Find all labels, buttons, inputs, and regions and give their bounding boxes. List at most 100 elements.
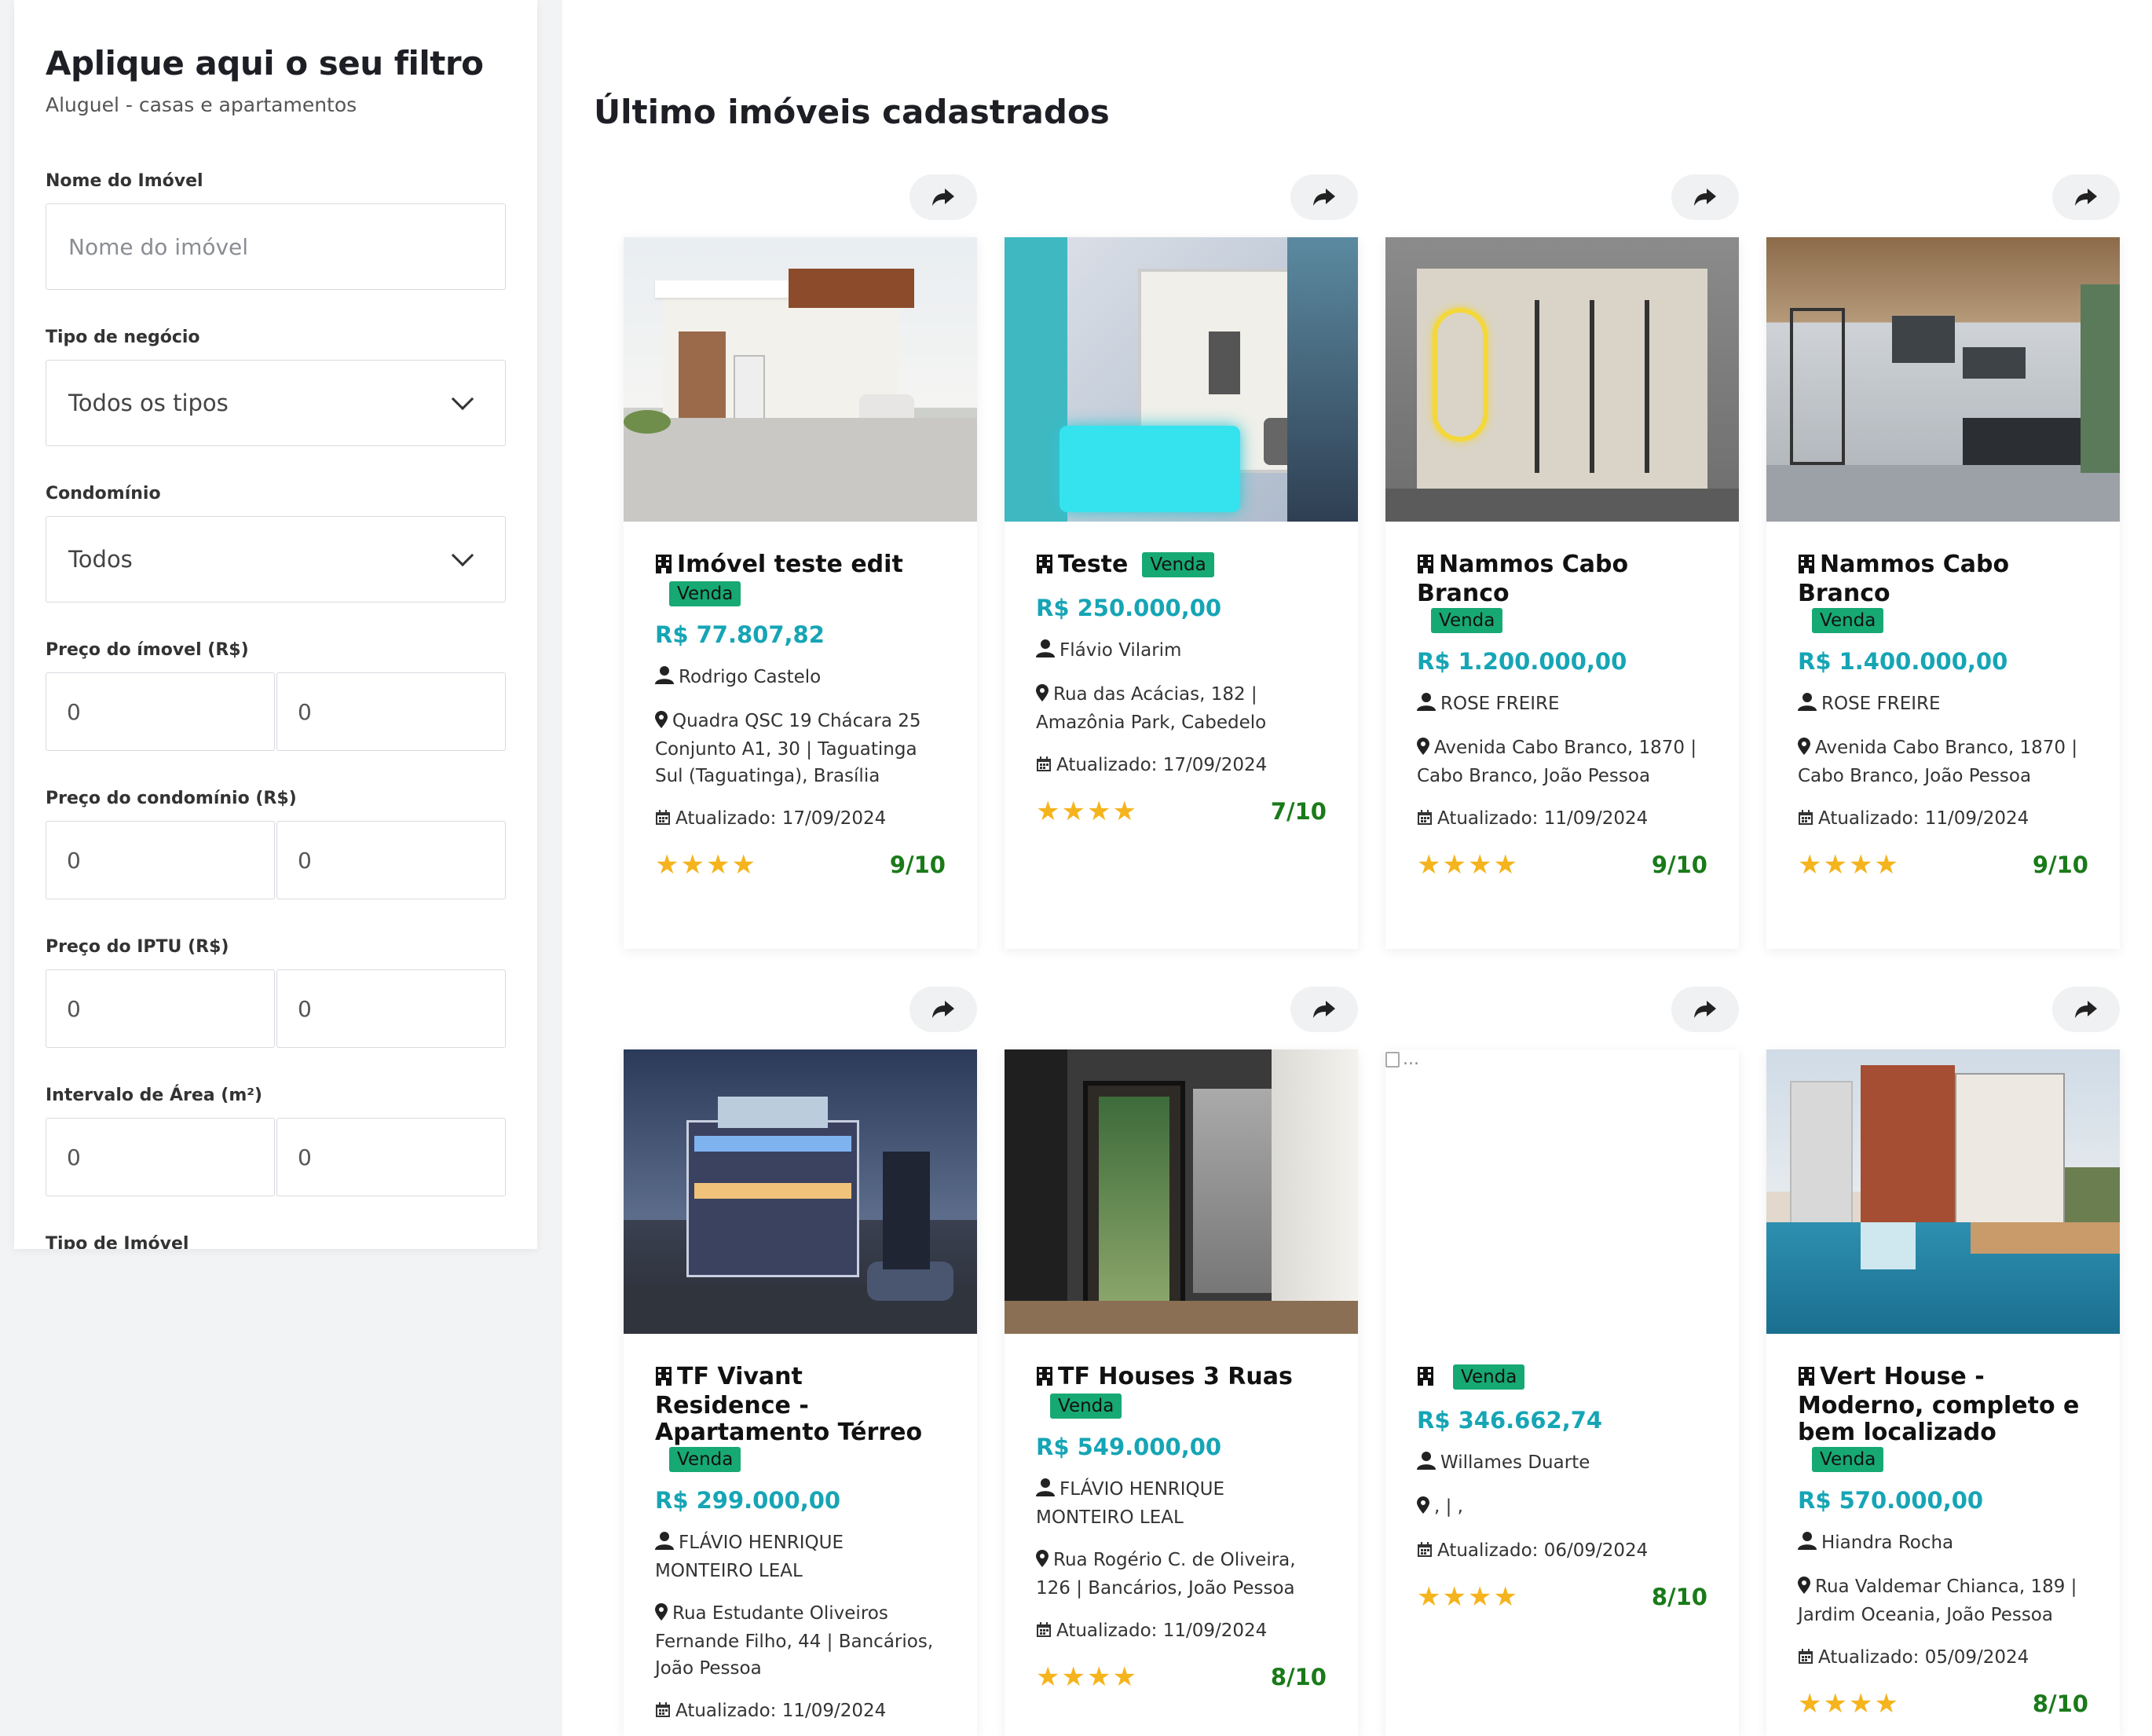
deal-badge: Venda (669, 581, 741, 606)
share-icon (2074, 999, 2098, 1020)
map-marker-icon (655, 709, 668, 736)
owner-name: ROSE FREIRE (1821, 694, 1941, 714)
updated-row: Atualizado: 17/09/2024 (1036, 752, 1327, 780)
property-image[interactable] (1766, 237, 2120, 522)
deal-badge: Venda (1453, 1364, 1525, 1390)
property-card[interactable]: ... Venda R$ 346.662,74 Willames Duarte … (1385, 987, 1739, 1736)
condo-select[interactable]: Todos (46, 516, 506, 602)
share-button[interactable] (1290, 987, 1358, 1032)
owner-row: Hiandra Rocha (1798, 1529, 2088, 1558)
property-card-body: TF Vivant Residence - Apartamento Térreo… (624, 1049, 977, 1736)
property-card[interactable]: TF Vivant Residence - Apartamento Térreo… (624, 987, 977, 1736)
building-icon (1798, 554, 1815, 580)
deal-badge: Venda (1812, 1447, 1884, 1472)
user-icon (655, 665, 674, 692)
property-price: R$ 1.200.000,00 (1417, 648, 1627, 675)
share-button[interactable] (909, 174, 977, 220)
share-button[interactable] (1290, 174, 1358, 220)
property-type-label: Tipo de Imóvel (46, 1234, 189, 1249)
property-card[interactable]: Imóvel teste edit Venda R$ 77.807,82 Rodr… (624, 174, 977, 949)
property-image[interactable] (1766, 1049, 2120, 1334)
deal-badge: Venda (669, 1447, 741, 1472)
deal-badge: Venda (1050, 1394, 1122, 1419)
condo-price-min-input[interactable] (46, 821, 275, 899)
share-button[interactable] (1671, 174, 1739, 220)
address-row: Avenida Cabo Branco, 1870 | Cabo Branco,… (1417, 734, 1707, 789)
owner-row: ROSE FREIRE (1417, 690, 1707, 719)
property-image[interactable] (1005, 237, 1358, 522)
property-image[interactable] (1385, 237, 1739, 522)
property-title-row: TF Houses 3 Ruas Venda (1036, 1364, 1327, 1419)
condo-price-max-input[interactable] (276, 821, 506, 899)
property-image[interactable]: ... (1385, 1049, 1739, 1334)
updated-date: Atualizado: 17/09/2024 (675, 808, 887, 829)
iptu-max-input[interactable] (276, 969, 506, 1048)
share-button[interactable] (2052, 174, 2120, 220)
property-image[interactable] (624, 237, 977, 522)
deal-type-select[interactable]: Todos os tipos (46, 360, 506, 446)
property-price: R$ 1.400.000,00 (1798, 648, 2008, 675)
updated-date: Atualizado: 06/09/2024 (1437, 1540, 1649, 1561)
map-marker-icon (1036, 1548, 1049, 1575)
share-icon (1693, 999, 1717, 1020)
rating-stars: ★★★★ (1417, 1581, 1519, 1613)
rating-score: 9/10 (889, 852, 946, 878)
property-title[interactable]: TF Vivant Residence - Apartamento Térreo (655, 1363, 922, 1446)
share-button[interactable] (909, 987, 977, 1032)
property-title[interactable]: Imóvel teste edit (677, 551, 903, 578)
property-card[interactable]: Nammos Cabo Branco Venda R$ 1.200.000,00 … (1385, 174, 1739, 949)
property-card[interactable]: Teste Venda R$ 250.000,00 Flávio Vilarim … (1005, 174, 1358, 949)
rating-score: 8/10 (1270, 1664, 1327, 1690)
property-card-body: ... Venda R$ 346.662,74 Willames Duarte … (1385, 1049, 1739, 1736)
share-icon (931, 187, 955, 207)
property-title[interactable]: Vert House - Moderno, completo e bem loc… (1798, 1363, 2079, 1446)
calendar-icon (1417, 1539, 1433, 1566)
property-address: Rua Rogério C. de Oliveira, 126 | Bancár… (1036, 1550, 1296, 1599)
area-max-input[interactable] (276, 1118, 506, 1196)
property-card-body: Nammos Cabo Branco Venda R$ 1.200.000,00 … (1385, 237, 1739, 949)
property-title[interactable]: TF Houses 3 Ruas (1058, 1363, 1293, 1390)
rating-row: ★★★★ 9/10 (655, 849, 946, 881)
property-card[interactable]: TF Houses 3 Ruas Venda R$ 549.000,00 FLÁV… (1005, 987, 1358, 1736)
property-address: Rua das Acácias, 182 | Amazônia Park, Ca… (1036, 684, 1267, 733)
property-card-body: Teste Venda R$ 250.000,00 Flávio Vilarim … (1005, 237, 1358, 949)
property-image[interactable] (1005, 1049, 1358, 1334)
price-min-input[interactable] (46, 672, 275, 751)
rating-stars: ★★★★ (1798, 1688, 1900, 1720)
property-address: , | , (1434, 1496, 1463, 1517)
iptu-min-input[interactable] (46, 969, 275, 1048)
property-title[interactable]: Nammos Cabo Branco (1798, 551, 2009, 607)
owner-row: Willames Duarte (1417, 1449, 1707, 1478)
rating-row: ★★★★ 9/10 (1798, 849, 2088, 881)
condo-value: Todos (68, 546, 133, 573)
property-price: R$ 570.000,00 (1798, 1487, 1984, 1514)
owner-name: Hiandra Rocha (1821, 1533, 1954, 1553)
page-title: Último imóveis cadastrados (594, 93, 1110, 131)
rating-score: 8/10 (1651, 1584, 1707, 1610)
building-icon (1417, 1366, 1434, 1393)
property-title[interactable]: Teste (1058, 551, 1128, 578)
property-card[interactable]: Vert House - Moderno, completo e bem loc… (1766, 987, 2120, 1736)
price-max-input[interactable] (276, 672, 506, 751)
listings-main: Último imóveis cadastrados Imóvel teste … (562, 0, 2152, 1736)
area-min-input[interactable] (46, 1118, 275, 1196)
property-image[interactable] (624, 1049, 977, 1334)
rating-stars: ★★★★ (1417, 849, 1519, 881)
rating-score: 7/10 (1270, 798, 1327, 825)
rating-row: ★★★★ 8/10 (1036, 1661, 1327, 1693)
updated-row: Atualizado: 11/09/2024 (1036, 1617, 1327, 1646)
map-marker-icon (655, 1602, 668, 1628)
condo-price-range (46, 821, 506, 899)
share-button[interactable] (1671, 987, 1739, 1032)
updated-date: Atualizado: 05/09/2024 (1818, 1647, 2029, 1668)
deal-type-value: Todos os tipos (68, 390, 229, 416)
property-name-input[interactable] (46, 203, 506, 290)
address-row: Rua Estudante Oliveiros Fernande Filho, … (655, 1600, 946, 1682)
user-icon (1417, 692, 1436, 719)
property-address: Rua Valdemar Chianca, 189 | Jardim Ocean… (1798, 1577, 2077, 1625)
property-card[interactable]: Nammos Cabo Branco Venda R$ 1.400.000,00 … (1766, 174, 2120, 949)
property-title[interactable]: Nammos Cabo Branco (1417, 551, 1628, 607)
share-button[interactable] (2052, 987, 2120, 1032)
building-icon (1036, 1366, 1053, 1393)
updated-date: Atualizado: 11/09/2024 (1056, 1621, 1268, 1641)
